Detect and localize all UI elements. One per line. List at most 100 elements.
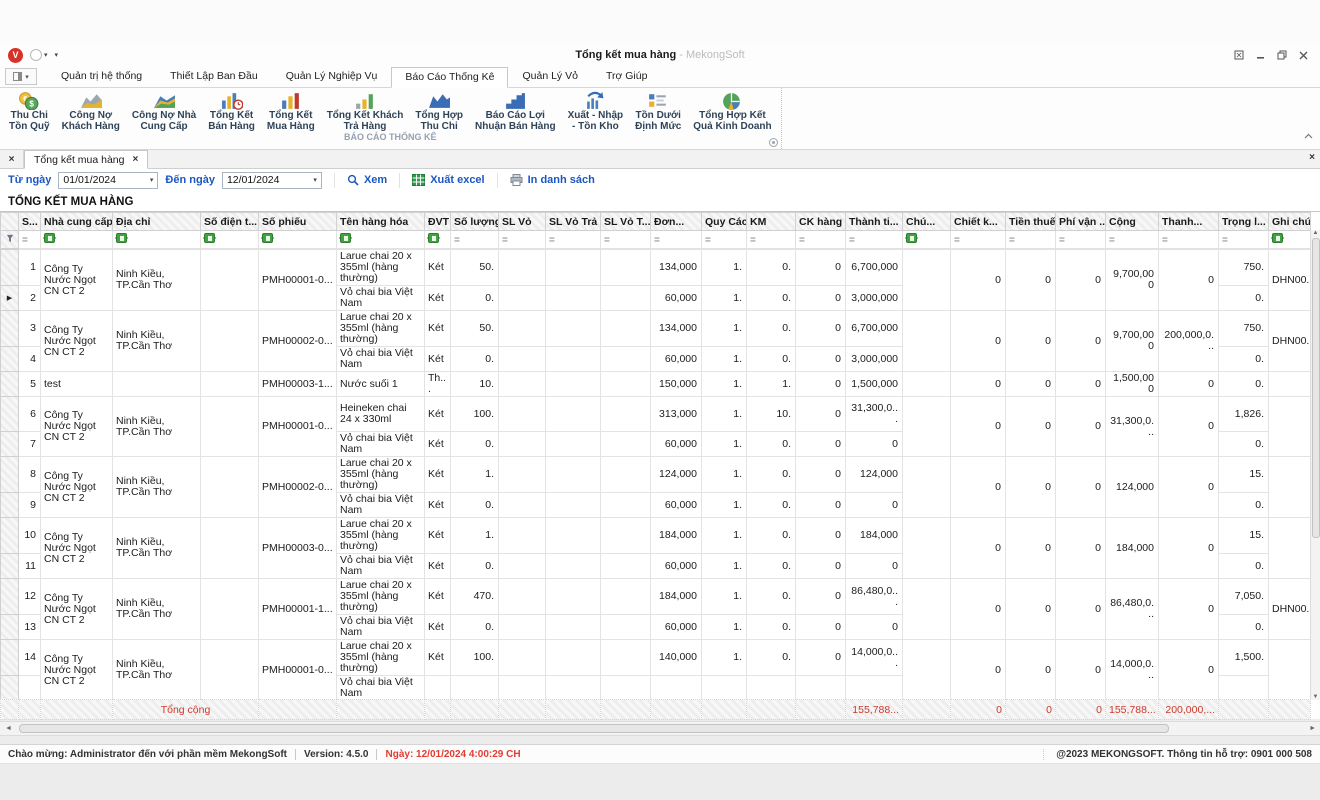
cell-trong_luong[interactable]: 0. — [1219, 347, 1269, 372]
close-tab-icon[interactable]: × — [132, 154, 138, 165]
cell-sl_vo_tra[interactable] — [546, 676, 601, 700]
export-excel-button[interactable]: Xuất excel — [412, 174, 484, 186]
cell-thanh_toan[interactable]: 0 — [1159, 372, 1219, 397]
cell-thanh_tien[interactable]: 0 — [846, 432, 903, 457]
filter-cell-sl_vo_tra[interactable]: = — [546, 231, 601, 249]
cell-sl_vo_tra[interactable] — [546, 457, 601, 493]
row-indicator[interactable] — [1, 457, 19, 493]
cell-product[interactable]: Vỏ chai bia Việt Nam — [337, 347, 425, 372]
cell-qty[interactable]: 0. — [451, 554, 499, 579]
cell-stt[interactable]: 3 — [19, 311, 41, 347]
cell-ck_hang[interactable]: 0 — [796, 518, 846, 554]
cell-trong_luong[interactable] — [1219, 676, 1269, 700]
column-header-unit[interactable]: ĐVT — [425, 213, 451, 231]
cell-supplier[interactable]: Công Ty Nước Ngọt CN CT 2 — [41, 640, 113, 700]
cell-sl_vo[interactable] — [499, 432, 546, 457]
ribbon-button-tong-ket-mua-hang[interactable]: Tổng KếtMua Hàng — [261, 88, 321, 132]
cell-chu[interactable] — [903, 372, 951, 397]
customize-toolbar-icon[interactable]: ▾ — [55, 51, 59, 59]
cell-don_gia[interactable]: 60,000 — [651, 554, 702, 579]
cell-stt[interactable]: 6 — [19, 397, 41, 432]
cell-ck_hang[interactable]: 0 — [796, 286, 846, 311]
cell-thanh_tien[interactable]: 86,480,0... — [846, 579, 903, 615]
cell-thanh_tien[interactable]: 6,700,000 — [846, 311, 903, 347]
cell-trong_luong[interactable]: 1,826. — [1219, 397, 1269, 432]
ribbon-tab[interactable]: Báo Cáo Thống Kê — [391, 67, 508, 88]
cell-receipt[interactable]: PMH00001-0... — [259, 640, 337, 700]
cell-address[interactable]: Ninh Kiều, TP.Cần Thơ — [113, 397, 201, 457]
filter-cell-tien_thue[interactable]: = — [1006, 231, 1056, 249]
cell-ck_hang[interactable]: 0 — [796, 311, 846, 347]
close-all-tabs-button[interactable]: × — [0, 150, 24, 168]
cell-stt[interactable]: 1 — [19, 250, 41, 286]
cell-product[interactable]: Vỏ chai bia Việt Nam — [337, 676, 425, 700]
cell-ck_hang[interactable] — [796, 676, 846, 700]
row-indicator[interactable] — [1, 397, 19, 432]
cell-stt[interactable]: 9 — [19, 493, 41, 518]
cell-thanh_tien[interactable]: 0 — [846, 554, 903, 579]
print-list-button[interactable]: In danh sách — [510, 174, 595, 186]
cell-stt[interactable]: 2 — [19, 286, 41, 311]
row-indicator[interactable] — [1, 347, 19, 372]
cell-trong_luong[interactable]: 15. — [1219, 518, 1269, 554]
filter-cell-supplier[interactable] — [41, 231, 113, 249]
filter-cell-ghi_chu[interactable] — [1269, 231, 1311, 249]
cell-chu[interactable] — [903, 250, 951, 311]
filter-cell-chiet_khau[interactable]: = — [951, 231, 1006, 249]
cell-sl_vo_t[interactable] — [601, 554, 651, 579]
cell-ghi_chu[interactable] — [1269, 518, 1311, 579]
filter-cell-qty[interactable]: = — [451, 231, 499, 249]
column-header-tien_thue[interactable]: Tiền thuế — [1006, 213, 1056, 231]
column-header-address[interactable]: Địa chỉ — [113, 213, 201, 231]
cell-supplier[interactable]: Công Ty Nước Ngọt CN CT 2 — [41, 579, 113, 640]
vertical-scrollbar[interactable]: ▲ ▼ — [1310, 230, 1320, 700]
cell-sl_vo_tra[interactable] — [546, 432, 601, 457]
cell-qty[interactable]: 0. — [451, 347, 499, 372]
cell-phi_van[interactable]: 0 — [1056, 457, 1106, 518]
cell-sl_vo[interactable] — [499, 372, 546, 397]
cell-quy_cach[interactable]: 1. — [702, 640, 747, 676]
cell-unit[interactable]: Két — [425, 347, 451, 372]
cell-tien_thue[interactable]: 0 — [1006, 250, 1056, 311]
cell-sl_vo_tra[interactable] — [546, 554, 601, 579]
cell-stt[interactable]: 14 — [19, 640, 41, 676]
cell-supplier[interactable]: test — [41, 372, 113, 397]
cell-quy_cach[interactable]: 1. — [702, 372, 747, 397]
cell-ck_hang[interactable]: 0 — [796, 554, 846, 579]
cell-tien_thue[interactable]: 0 — [1006, 640, 1056, 700]
cell-sl_vo_tra[interactable] — [546, 250, 601, 286]
cell-km[interactable]: 0. — [747, 250, 796, 286]
cell-sl_vo[interactable] — [499, 579, 546, 615]
cell-trong_luong[interactable]: 0. — [1219, 554, 1269, 579]
column-header-trong_luong[interactable]: Trọng l... — [1219, 213, 1269, 231]
cell-thanh_tien[interactable]: 6,700,000 — [846, 250, 903, 286]
cell-sl_vo_tra[interactable] — [546, 579, 601, 615]
filter-cell-don_gia[interactable]: = — [651, 231, 702, 249]
cell-chiet_khau[interactable]: 0 — [951, 311, 1006, 372]
cell-quy_cach[interactable]: 1. — [702, 397, 747, 432]
cell-product[interactable]: Larue chai 20 x 355ml (hàng thường) — [337, 311, 425, 347]
cell-chiet_khau[interactable]: 0 — [951, 579, 1006, 640]
cell-sl_vo_tra[interactable] — [546, 640, 601, 676]
quick-access-button[interactable]: ▾ — [30, 49, 48, 61]
column-header-ck_hang[interactable]: CK hàng — [796, 213, 846, 231]
filter-cell-unit[interactable] — [425, 231, 451, 249]
cell-sl_vo_t[interactable] — [601, 579, 651, 615]
row-indicator[interactable] — [1, 250, 19, 286]
column-header-supplier[interactable]: Nhà cung cấp — [41, 213, 113, 231]
row-indicator[interactable] — [1, 493, 19, 518]
cell-unit[interactable]: Két — [425, 554, 451, 579]
ribbon-button-ton-duoi-dinh-muc[interactable]: Tồn DướiĐịnh Mức — [629, 88, 687, 132]
cell-km[interactable]: 10. — [747, 397, 796, 432]
cell-stt[interactable]: 7 — [19, 432, 41, 457]
cell-stt[interactable]: 8 — [19, 457, 41, 493]
cell-sl_vo_t[interactable] — [601, 493, 651, 518]
cell-trong_luong[interactable]: 0. — [1219, 493, 1269, 518]
scroll-right-icon[interactable]: ► — [1309, 725, 1316, 732]
cell-quy_cach[interactable]: 1. — [702, 579, 747, 615]
cell-sl_vo_t[interactable] — [601, 250, 651, 286]
cell-phi_van[interactable]: 0 — [1056, 250, 1106, 311]
cell-unit[interactable]: Két — [425, 397, 451, 432]
ribbon-tab[interactable]: Thiết Lập Ban Đầu — [156, 66, 272, 87]
row-indicator[interactable] — [1, 615, 19, 640]
